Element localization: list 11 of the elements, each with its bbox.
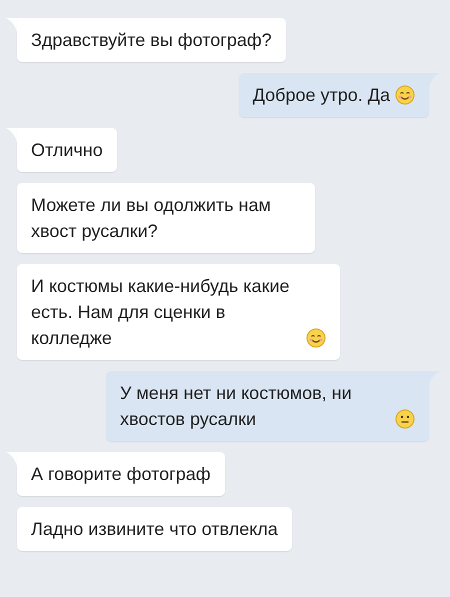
neutral-face-icon (395, 409, 415, 429)
smiley-icon (306, 328, 326, 348)
message-text: Можете ли вы одолжить нам хвост русалки? (31, 194, 272, 243)
message-text: Ладно извините что отвлекла (31, 518, 278, 541)
message-text: Отлично (31, 139, 103, 162)
smiley-icon (395, 85, 415, 105)
message-text: А говорите фотограф (31, 463, 211, 486)
message-text: Доброе утро. Да (252, 84, 390, 107)
message-text: Здравствуйте вы фотограф? (31, 29, 272, 52)
message-text: И костюмы какие-нибудь какие есть. Нам для сценки в колледже (31, 275, 291, 350)
message-text: У меня нет ни костюмов, ни хвостов русалки (120, 382, 353, 431)
